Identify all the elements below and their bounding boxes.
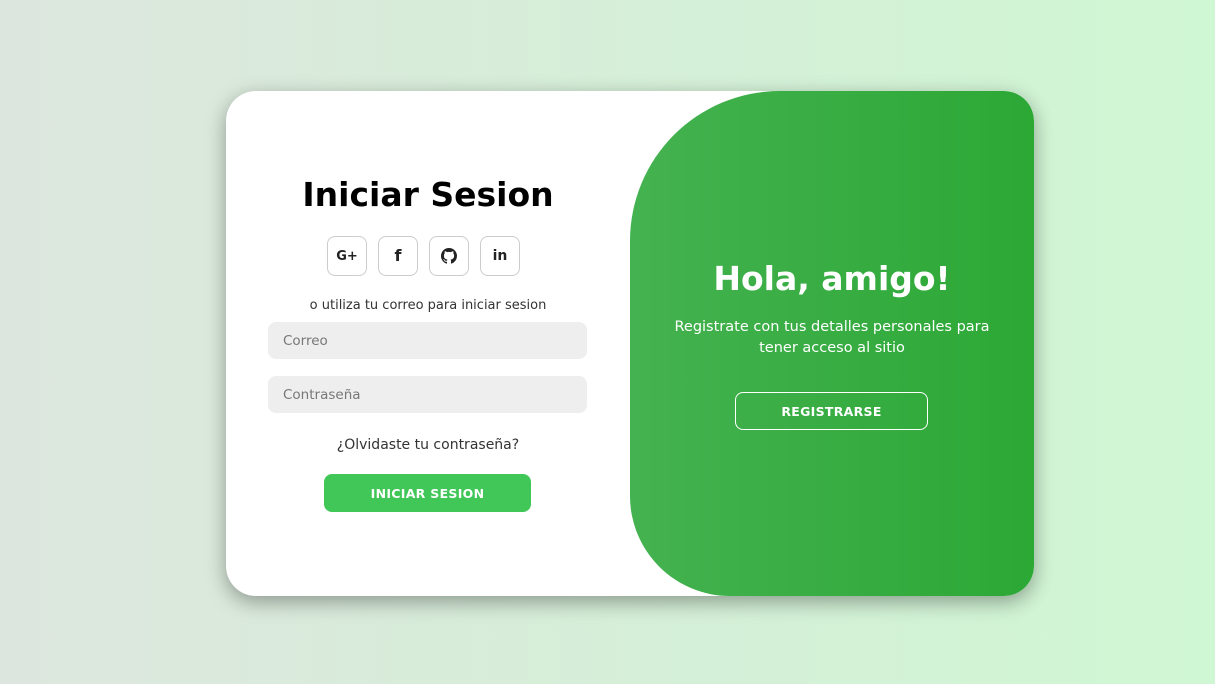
signin-button[interactable]: INICIAR SESION xyxy=(324,474,531,512)
social-buttons: G+ f in xyxy=(327,236,529,278)
panel-text: Registrate con tus detalles personales p… xyxy=(674,319,990,356)
register-button[interactable]: REGISTRARSE xyxy=(735,392,928,430)
panel-title: Hola, amigo! xyxy=(713,259,951,298)
facebook-icon: f xyxy=(394,246,402,265)
facebook-button[interactable]: f xyxy=(378,236,418,276)
signin-hint: o utiliza tu correo para iniciar sesion xyxy=(309,298,547,313)
forgot-password-link[interactable]: ¿Olvidaste tu contraseña? xyxy=(226,435,630,455)
github-button[interactable] xyxy=(429,236,469,276)
register-panel: Hola, amigo! Registrate con tus detalles… xyxy=(630,91,1034,596)
login-card: Iniciar Sesion G+ f in o utiliza tu corr… xyxy=(226,91,1034,596)
google-plus-icon: G+ xyxy=(336,248,358,264)
linkedin-icon: in xyxy=(492,248,508,264)
signin-title: Iniciar Sesion xyxy=(302,175,554,214)
signin-form: Iniciar Sesion G+ f in o utiliza tu corr… xyxy=(226,91,630,596)
google-plus-button[interactable]: G+ xyxy=(327,236,367,276)
linkedin-button[interactable]: in xyxy=(480,236,520,276)
email-field[interactable] xyxy=(268,322,587,359)
password-field[interactable] xyxy=(268,376,587,413)
github-icon xyxy=(441,248,457,264)
